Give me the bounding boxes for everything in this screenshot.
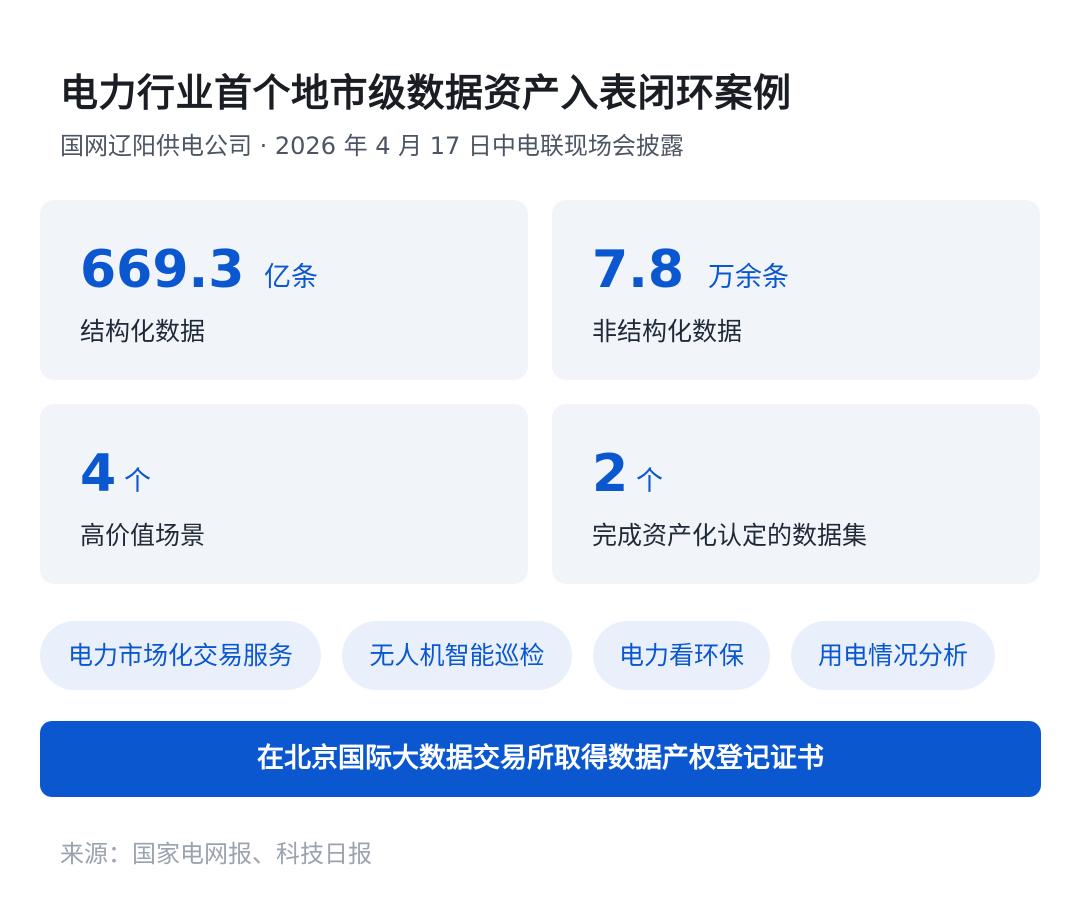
certificate-banner: 在北京国际大数据交易所取得数据产权登记证书 [40,721,1041,797]
page-title: 电力行业首个地市级数据资产入表闭环案例 [60,71,792,115]
page-subtitle: 国网辽阳供电公司 · 2026 年 4 月 17 日中电联现场会披露 [60,132,684,160]
stat-label: 完成资产化认定的数据集 [592,521,868,550]
stat-unit: 个 [124,466,151,497]
stat-value: 7.8 [592,240,685,300]
stat-card-high-value-scenarios: 4 个 高价值场景 [40,404,528,584]
stat-unit: 万余条 [708,262,789,293]
stat-card-certified-datasets: 2 个 完成资产化认定的数据集 [552,404,1040,584]
stat-card-structured-data: 669.3 亿条 结构化数据 [40,200,528,380]
scenario-tag-market-trading: 电力市场化交易服务 [40,621,321,690]
stat-value: 669.3 [80,240,245,300]
scenario-tag-usage-analysis: 用电情况分析 [791,621,995,690]
scenario-tag-drone-inspection: 无人机智能巡检 [342,621,572,690]
source-note: 来源：国家电网报、科技日报 [60,840,372,868]
stat-unit: 亿条 [264,262,318,293]
stat-value: 4 [80,444,117,504]
stat-label: 高价值场景 [80,521,206,550]
stat-value: 2 [592,444,629,504]
scenario-tag-environment: 电力看环保 [593,621,770,690]
stat-label: 结构化数据 [80,317,206,346]
stat-card-unstructured-data: 7.8 万余条 非结构化数据 [552,200,1040,380]
stat-unit: 个 [636,466,663,497]
stat-label: 非结构化数据 [592,317,743,346]
